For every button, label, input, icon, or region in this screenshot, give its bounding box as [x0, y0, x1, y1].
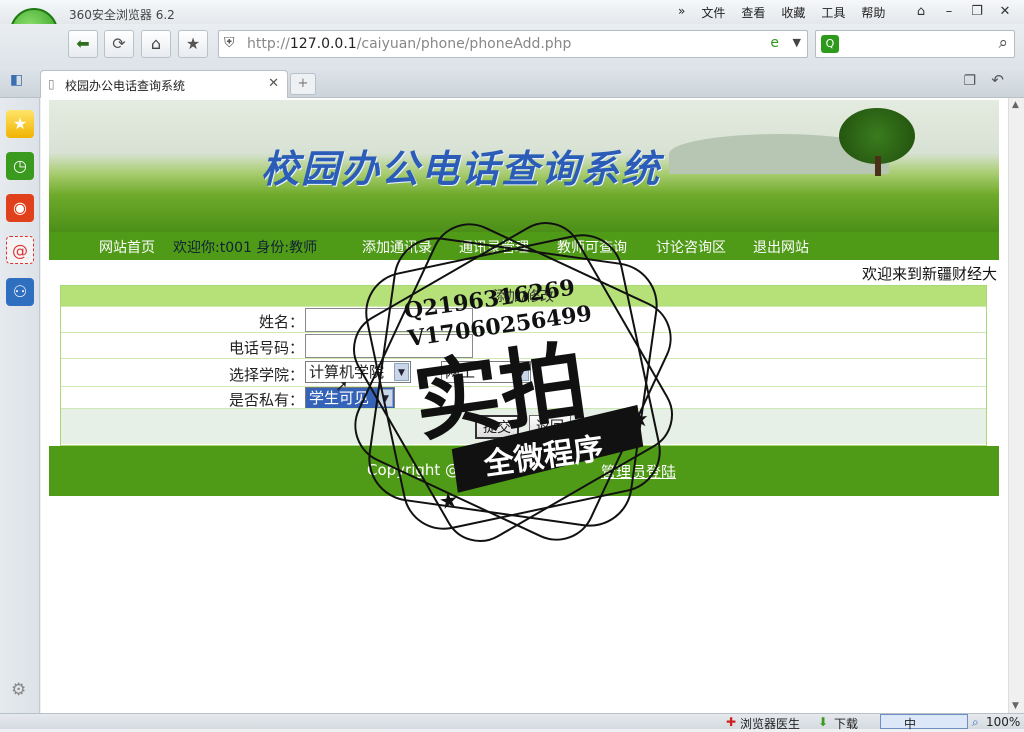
menu-file[interactable]: 文件 — [701, 4, 725, 21]
home-button[interactable]: ⌂ — [141, 30, 171, 58]
tab-title: 校园办公电话查询系统 — [65, 79, 186, 93]
new-tab-button[interactable]: + — [290, 73, 316, 95]
window-controls: ⌂ – ❐ ✕ — [910, 2, 1016, 22]
nav-logout[interactable]: 退出网站 — [753, 237, 809, 257]
settings-gear-icon[interactable]: ⚙ — [11, 680, 26, 700]
banner-title: 校园办公电话查询系统 — [261, 146, 662, 191]
page-icon: ▯ — [48, 77, 55, 91]
menu-view[interactable]: 查看 — [741, 4, 765, 21]
stamp-star-right: ★ — [628, 407, 651, 435]
history-clock-icon[interactable]: ◷ — [6, 152, 34, 180]
welcome-marquee: 欢迎来到新疆财经大 — [862, 265, 998, 283]
browser-title-bar: 360安全浏览器 6.2 » 文件 查看 收藏 工具 帮助 ⌂ – ❐ ✕ — [0, 0, 1024, 24]
ime-mode: 中 — [904, 717, 917, 731]
address-url: http://127.0.0.1/caiyuan/phone/phoneAdd.… — [247, 36, 571, 52]
banner-tree-trunk — [875, 156, 881, 176]
download-icon: ⬇ — [818, 715, 829, 729]
search-box[interactable]: Q ⌕ — [815, 30, 1015, 58]
back-button[interactable]: ⬅ — [68, 30, 98, 58]
zoom-level[interactable]: 100% — [986, 715, 1020, 729]
scroll-up-icon[interactable]: ▲ — [1012, 100, 1019, 110]
status-bar: ✚ 浏览器医生 ⬇ 下载 中 ⌕ 100% — [0, 713, 1024, 732]
search-icon[interactable]: ⌕ — [998, 33, 1008, 53]
url-host: 127.0.0.1 — [289, 36, 357, 52]
search-engine-icon[interactable]: Q — [821, 35, 839, 53]
browser-menu: » 文件 查看 收藏 工具 帮助 — [678, 4, 885, 21]
browser-doctor[interactable]: 浏览器医生 — [740, 715, 800, 732]
ime-indicator[interactable] — [880, 714, 968, 729]
private-label: 是否私有： — [228, 391, 304, 409]
name-label: 姓名： — [258, 313, 304, 331]
menu-tools[interactable]: 工具 — [821, 4, 845, 21]
tab-bar: ◧ ▯ 校园办公电话查询系统 ✕ + ❐ ↶ — [0, 66, 1024, 98]
undo-close-icon[interactable]: ↶ — [991, 71, 1004, 89]
menu-help[interactable]: 帮助 — [861, 4, 885, 21]
menu-more-icon[interactable]: » — [678, 4, 685, 21]
refresh-button[interactable]: ⟳ — [104, 30, 134, 58]
tab-active[interactable]: ▯ 校园办公电话查询系统 ✕ — [40, 70, 288, 98]
doctor-icon: ✚ — [726, 715, 737, 729]
close-icon[interactable]: ✕ — [994, 2, 1016, 22]
url-scheme: http:// — [247, 36, 290, 52]
sidebar-toggle-icon[interactable]: ◧ — [10, 72, 23, 88]
minimize-icon[interactable]: – — [938, 2, 960, 22]
restore-icon[interactable]: ❐ — [966, 2, 988, 22]
favorites-star-icon[interactable]: ★ — [6, 110, 34, 138]
vertical-scrollbar[interactable]: ▲ ▼ — [1008, 98, 1024, 713]
mail-icon[interactable]: @ — [6, 236, 34, 264]
ie-mode-icon[interactable]: e — [770, 35, 779, 51]
nav-welcome: 欢迎你:t001 身份:教师 — [173, 240, 318, 256]
weibo-icon[interactable]: ◉ — [6, 194, 34, 222]
college-label: 选择学院： — [228, 366, 304, 384]
browser-sidebar: ★ ◷ ◉ @ ⚇ ⚙ — [0, 98, 40, 713]
url-dropdown-icon[interactable]: ▼ — [793, 36, 801, 49]
favorite-star-button[interactable]: ★ — [178, 30, 208, 58]
phone-label: 电话号码： — [228, 339, 304, 357]
nav-home[interactable]: 网站首页 — [99, 237, 155, 257]
stamp-star-left: ★ — [437, 488, 460, 516]
restore-tabs-icon[interactable]: ❐ — [963, 73, 976, 89]
scroll-down-icon[interactable]: ▼ — [1012, 701, 1019, 711]
security-shield-icon: ⛨ — [224, 35, 235, 51]
tab-close-icon[interactable]: ✕ — [268, 76, 279, 91]
app-icon[interactable]: ⚇ — [6, 278, 34, 306]
download-link[interactable]: 下载 — [834, 715, 858, 732]
skin-icon[interactable]: ⌂ — [910, 2, 932, 22]
zoom-icon: ⌕ — [972, 715, 979, 729]
browser-app-title: 360安全浏览器 6.2 — [69, 8, 175, 22]
menu-favorites[interactable]: 收藏 — [781, 4, 805, 21]
url-path: /caiyuan/phone/phoneAdd.php — [356, 36, 572, 52]
address-bar[interactable]: ⛨ http://127.0.0.1/caiyuan/phone/phoneAd… — [218, 30, 808, 58]
watermark-stamp: Q2196316269 V17060256499 实拍 全微程序 ★ ★ — [353, 222, 673, 542]
